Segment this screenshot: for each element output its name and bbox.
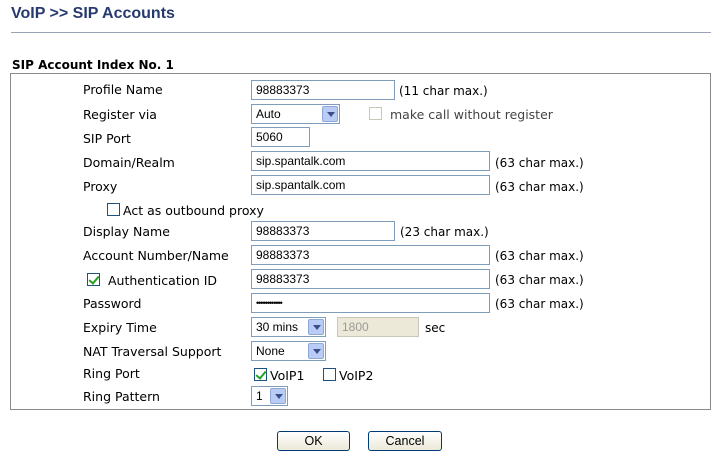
expiry-unit-label: sec xyxy=(425,321,446,335)
account-number-hint: (63 char max.) xyxy=(495,249,584,263)
profile-name-input[interactable]: 98883373 xyxy=(251,80,395,100)
ring-port-voip1-label: VoIP1 xyxy=(270,368,305,383)
authentication-id-hint: (63 char max.) xyxy=(495,273,584,287)
profile-name-hint: (11 char max.) xyxy=(399,84,488,98)
ring-port-voip1-checkbox[interactable] xyxy=(254,368,267,381)
proxy-hint: (63 char max.) xyxy=(495,180,584,194)
display-name-label: Display Name xyxy=(83,224,170,239)
expiry-time-label: Expiry Time xyxy=(83,320,157,335)
register-via-label: Register via xyxy=(83,107,157,122)
sip-port-input[interactable]: 5060 xyxy=(251,127,310,147)
nat-traversal-label: NAT Traversal Support xyxy=(83,344,222,359)
domain-realm-input[interactable]: sip.spantalk.com xyxy=(251,151,490,171)
domain-realm-hint: (63 char max.) xyxy=(495,156,584,170)
expiry-time-value: 30 mins xyxy=(256,320,299,334)
register-via-value: Auto xyxy=(256,107,281,121)
expiry-seconds-input: 1800 xyxy=(337,317,419,337)
authentication-id-checkbox[interactable] xyxy=(87,273,100,286)
display-name-hint: (23 char max.) xyxy=(400,225,489,239)
domain-realm-label: Domain/Realm xyxy=(83,155,175,170)
page-title: VoIP >> SIP Accounts xyxy=(11,5,175,22)
account-number-input[interactable]: 98883373 xyxy=(251,245,490,265)
ok-button[interactable]: OK xyxy=(277,431,350,451)
cancel-button[interactable]: Cancel xyxy=(368,431,442,451)
ring-pattern-label: Ring Pattern xyxy=(83,389,160,404)
chevron-down-icon[interactable] xyxy=(308,319,324,335)
expiry-time-select[interactable]: 30 mins xyxy=(251,317,326,337)
password-label: Password xyxy=(83,296,142,311)
ring-port-label: Ring Port xyxy=(83,366,140,381)
profile-name-label: Profile Name xyxy=(83,82,163,97)
proxy-input[interactable]: sip.spantalk.com xyxy=(251,175,490,195)
display-name-input[interactable]: 98883373 xyxy=(251,221,395,241)
chevron-down-icon[interactable] xyxy=(322,106,338,122)
ring-pattern-select[interactable]: 1 xyxy=(251,386,288,406)
title-divider xyxy=(11,32,711,33)
authentication-id-label: Authentication ID xyxy=(108,273,218,288)
password-input[interactable]: •••••••••••• xyxy=(251,293,490,313)
ring-port-voip2-checkbox[interactable] xyxy=(323,368,336,381)
nat-traversal-value: None xyxy=(256,344,285,358)
section-title: SIP Account Index No. 1 xyxy=(12,58,174,72)
proxy-label: Proxy xyxy=(83,179,118,194)
ring-port-voip2-label: VoIP2 xyxy=(339,368,374,383)
register-via-select[interactable]: Auto xyxy=(251,104,340,124)
password-hint: (63 char max.) xyxy=(495,297,584,311)
outbound-proxy-label: Act as outbound proxy xyxy=(123,203,264,218)
chevron-down-icon[interactable] xyxy=(270,388,286,404)
account-number-label: Account Number/Name xyxy=(83,248,229,263)
make-call-without-register-label: make call without register xyxy=(390,107,553,122)
outbound-proxy-checkbox[interactable] xyxy=(107,203,120,216)
chevron-down-icon[interactable] xyxy=(308,343,324,359)
authentication-id-input[interactable]: 98883373 xyxy=(251,269,490,289)
sip-port-label: SIP Port xyxy=(83,131,131,146)
make-call-without-register-checkbox[interactable] xyxy=(369,107,382,120)
nat-traversal-select[interactable]: None xyxy=(251,341,326,361)
ring-pattern-value: 1 xyxy=(256,389,263,403)
